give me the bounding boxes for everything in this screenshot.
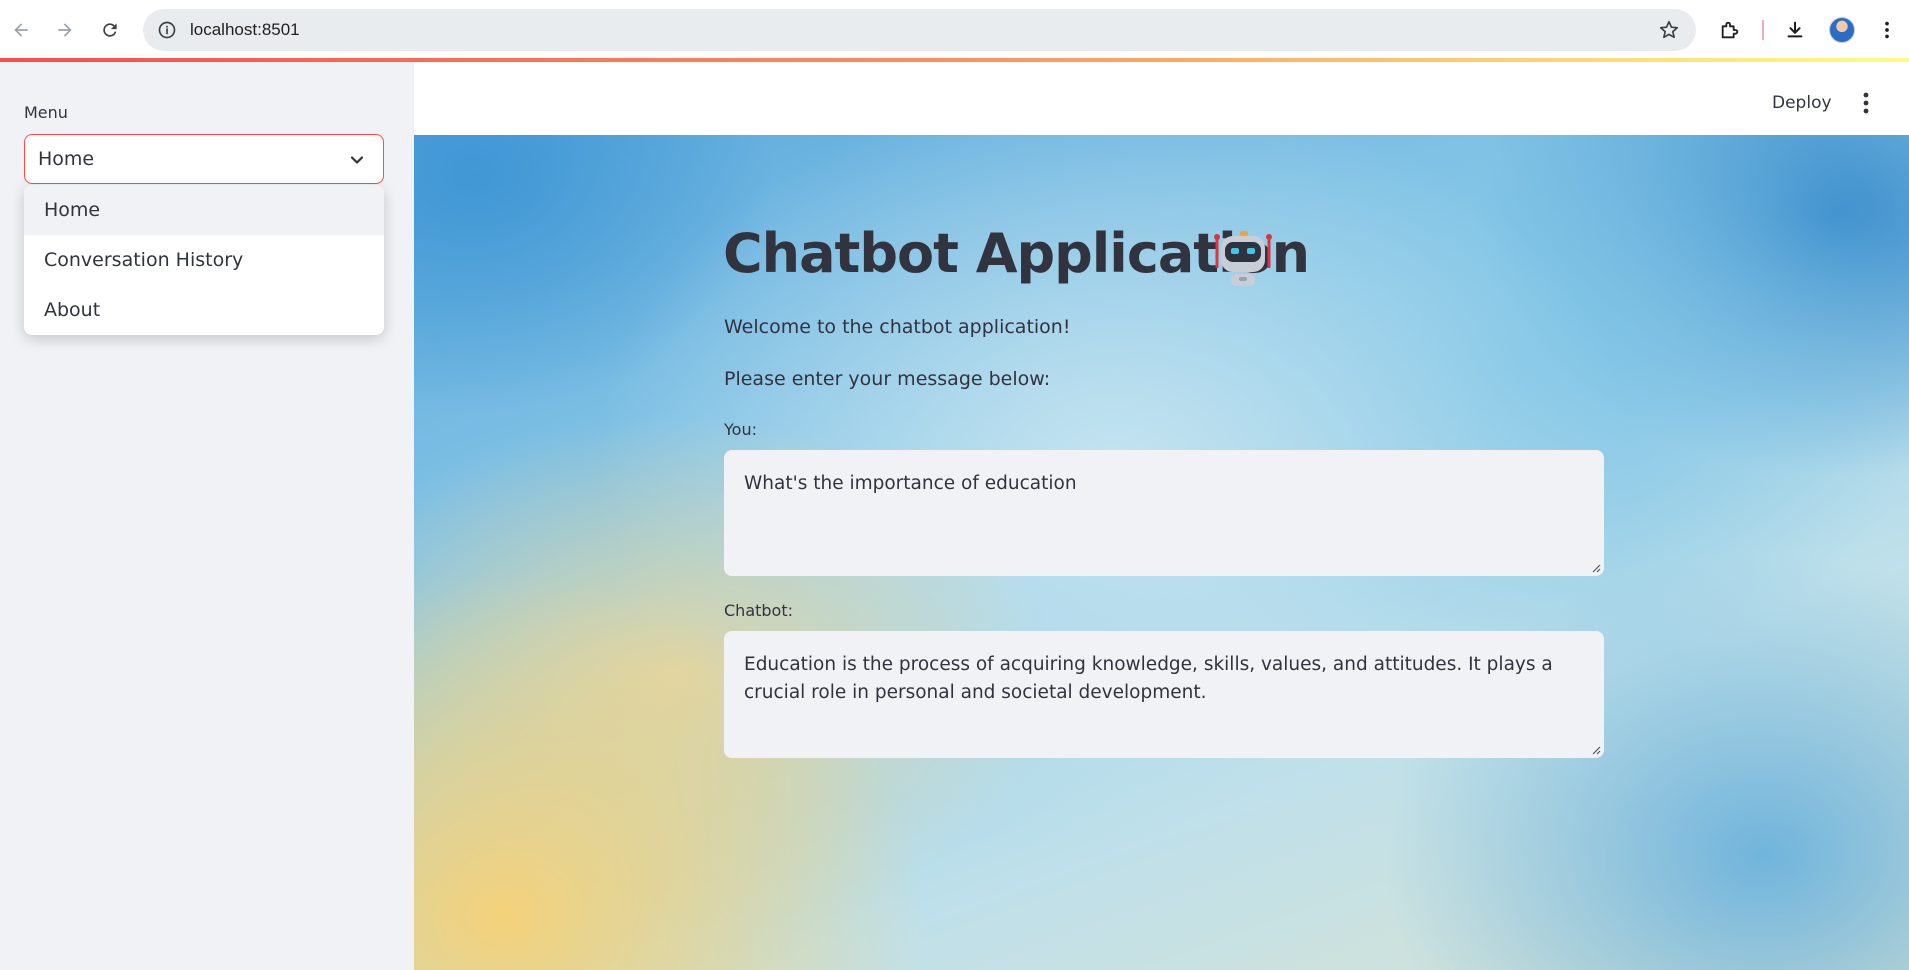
chatbot-response-text[interactable]: Education is the process of acquiring kn… [744,654,1553,703]
browser-toolbar: localhost:8501 [0,0,1909,60]
download-icon[interactable] [1778,13,1812,47]
user-message-textarea[interactable]: What's the importance of education [724,450,1604,576]
url-text[interactable]: localhost:8501 [190,20,300,40]
chrome-menu-icon[interactable] [1870,13,1904,47]
extensions-icon[interactable] [1713,13,1747,47]
menu-option-conversation-history[interactable]: Conversation History [24,235,384,285]
resize-handle-icon[interactable] [1591,563,1601,573]
menu-dropdown-list: Home Conversation History About [24,185,384,335]
you-label: You: [724,420,757,439]
menu-select-value[interactable]: Home [38,148,94,170]
prompt-text: Please enter your message below: [724,368,1051,390]
chatbot-response-textarea[interactable]: Education is the process of acquiring kn… [724,631,1604,758]
welcome-text: Welcome to the chatbot application! [724,316,1071,338]
menu-option-about[interactable]: About [24,285,384,335]
toolbar-separator [1762,20,1764,40]
chatbot-label: Chatbot: [724,601,793,620]
user-message-text[interactable]: What's the importance of education [744,473,1077,494]
menu-label: Menu [24,103,68,122]
profile-avatar[interactable] [1829,17,1855,43]
deploy-button[interactable]: Deploy [1772,93,1832,113]
menu-select[interactable]: Home [24,134,384,184]
address-bar[interactable]: localhost:8501 [143,9,1696,51]
robot-icon [1214,231,1272,286]
back-icon[interactable] [4,13,38,47]
main-menu-icon[interactable] [1856,89,1876,117]
site-info-icon[interactable] [155,18,179,42]
forward-icon[interactable] [48,13,82,47]
resize-handle-icon[interactable] [1591,745,1601,755]
reload-icon[interactable] [93,13,127,47]
bookmark-star-icon[interactable] [1658,19,1680,41]
chevron-down-icon[interactable] [347,150,367,170]
menu-option-home[interactable]: Home [24,185,384,235]
app-header [414,62,1909,135]
